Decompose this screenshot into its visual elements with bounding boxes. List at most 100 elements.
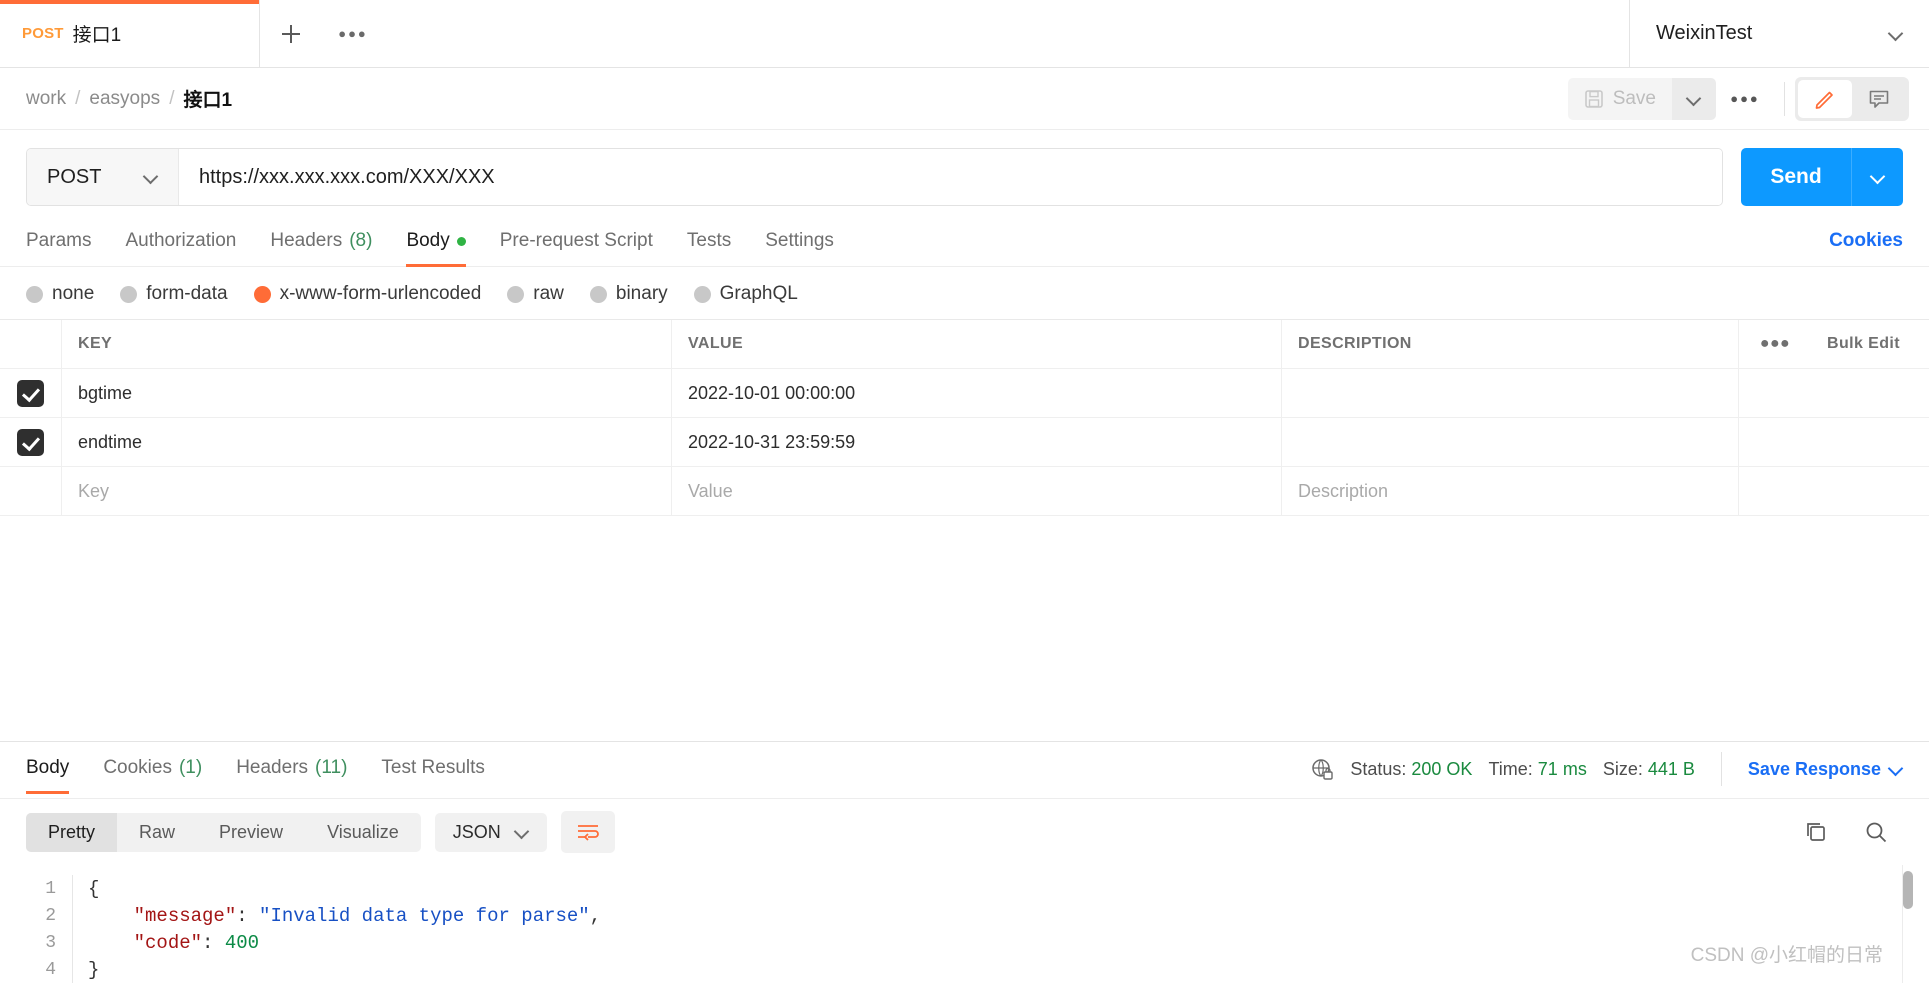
body-type-raw[interactable]: raw <box>507 283 564 305</box>
search-icon[interactable] <box>1863 819 1889 845</box>
tab-authorization[interactable]: Authorization <box>125 220 236 266</box>
response-tab-headers[interactable]: Headers (11) <box>236 747 347 793</box>
environment-name: WeixinTest <box>1656 22 1753 44</box>
new-row-value-input[interactable]: Value <box>672 467 1282 515</box>
view-mode-pretty[interactable]: Pretty <box>26 812 118 852</box>
save-button[interactable]: Save <box>1567 77 1672 120</box>
row-spacer <box>1739 467 1811 515</box>
response-tab-body[interactable]: Body <box>26 747 70 794</box>
new-tab-button[interactable] <box>260 0 322 67</box>
tab-body[interactable]: Body <box>406 220 467 267</box>
row-checkbox[interactable] <box>17 379 44 407</box>
response-tab-body-label: Body <box>26 757 70 778</box>
request-more-button[interactable]: ●●● <box>1716 78 1774 120</box>
tab-headers-label: Headers <box>270 230 343 251</box>
copy-icon[interactable] <box>1803 819 1829 845</box>
line-number: 3 <box>45 932 56 953</box>
time-label: Time: <box>1488 758 1533 779</box>
request-tab-interface1[interactable]: POST 接口1 <box>0 0 260 67</box>
comment-button[interactable] <box>1852 80 1906 118</box>
row-value[interactable]: 2022-10-31 23:59:59 <box>672 418 1282 466</box>
tab-pre-request-script[interactable]: Pre-request Script <box>500 220 653 266</box>
response-tab-cookies-label: Cookies <box>103 757 172 778</box>
response-format-select[interactable]: JSON <box>434 812 547 852</box>
row-description[interactable] <box>1282 418 1739 466</box>
response-body-code[interactable]: 1 { 2 "message" : "Invalid data type for… <box>0 865 1929 983</box>
chevron-down-icon <box>1871 170 1885 184</box>
wrap-lines-button[interactable] <box>560 811 615 853</box>
table-row: bgtime 2022-10-01 00:00:00 <box>0 369 1929 418</box>
row-key[interactable]: endtime <box>62 418 672 466</box>
new-row-description-input[interactable]: Description <box>1282 467 1739 515</box>
save-dropdown-button[interactable] <box>1672 77 1716 120</box>
radio-icon <box>507 285 525 303</box>
tab-tests[interactable]: Tests <box>687 220 731 266</box>
edit-mode-button[interactable] <box>1798 79 1852 118</box>
body-params-table: KEY VALUE DESCRIPTION ●●● Bulk Edit bgti… <box>0 319 1929 516</box>
save-response-button[interactable]: Save Response <box>1748 759 1903 780</box>
view-mode-visualize[interactable]: Visualize <box>305 813 421 852</box>
url-input-group: POST <box>26 148 1723 206</box>
http-method-select[interactable]: POST <box>27 149 179 205</box>
tab-authorization-label: Authorization <box>125 230 237 251</box>
new-row-key-input[interactable]: Key <box>62 467 672 515</box>
body-type-urlencoded[interactable]: x-www-form-urlencoded <box>253 283 482 305</box>
body-type-form-data[interactable]: form-data <box>120 283 228 305</box>
row-description[interactable] <box>1282 369 1739 417</box>
tab-settings[interactable]: Settings <box>765 220 834 266</box>
row-spacer <box>1739 418 1811 466</box>
send-options-button[interactable] <box>1851 148 1903 206</box>
floppy-disk-icon <box>1584 89 1603 108</box>
tab-settings-label: Settings <box>765 230 834 251</box>
chevron-down-icon <box>1889 27 1903 41</box>
row-checkbox[interactable] <box>17 428 44 456</box>
view-mode-raw[interactable]: Raw <box>117 813 197 852</box>
url-input[interactable] <box>179 149 1722 205</box>
tab-params-label: Params <box>26 230 92 251</box>
table-options-button[interactable]: ●●● <box>1739 320 1811 368</box>
tab-params[interactable]: Params <box>26 220 91 266</box>
divider <box>1720 752 1722 786</box>
tab-strip-more-button[interactable]: ●●● <box>322 0 384 67</box>
tab-strip-spacer <box>384 0 1629 68</box>
bulk-edit-button[interactable]: Bulk Edit <box>1811 320 1929 368</box>
tab-headers[interactable]: Headers (8) <box>270 220 372 266</box>
breadcrumb-separator: / <box>169 87 175 109</box>
row-key[interactable]: bgtime <box>62 369 672 417</box>
row-spacer-end <box>1811 369 1929 417</box>
breadcrumb-actions: Save ●●● <box>1567 76 1909 121</box>
body-type-urlencoded-label: x-www-form-urlencoded <box>279 283 482 304</box>
tab-pre-request-script-label: Pre-request Script <box>499 230 653 251</box>
response-tab-cookies[interactable]: Cookies (1) <box>103 747 202 793</box>
table-row: endtime 2022-10-31 23:59:59 <box>0 418 1929 467</box>
body-type-none-label: none <box>52 283 95 304</box>
cookies-link[interactable]: Cookies <box>1829 220 1903 266</box>
divider <box>1784 81 1785 116</box>
code-line: 3 "code" : 400 <box>0 929 1929 956</box>
body-type-binary[interactable]: binary <box>589 283 668 305</box>
breadcrumb-item-easyops[interactable]: easyops <box>89 88 160 110</box>
response-tab-test-results[interactable]: Test Results <box>381 747 484 793</box>
body-type-none[interactable]: none <box>26 283 94 305</box>
response-panel: Body Cookies (1) Headers (11) Test Resul… <box>0 741 1929 983</box>
response-tab-headers-count: (11) <box>315 757 348 778</box>
row-checkbox-cell <box>0 467 62 515</box>
status-text: Status: 200 OK <box>1350 759 1472 780</box>
scrollbar-thumb[interactable] <box>1903 871 1913 909</box>
response-scrollbar[interactable] <box>1903 871 1913 983</box>
environment-selector[interactable]: WeixinTest <box>1629 0 1929 67</box>
code-gutter <box>72 902 82 929</box>
plus-icon <box>282 24 300 43</box>
breadcrumb-item-work[interactable]: work <box>26 88 66 110</box>
breadcrumb-item-current: 接口1 <box>183 90 233 111</box>
view-mode-preview[interactable]: Preview <box>197 813 305 852</box>
radio-icon <box>589 285 607 303</box>
code-text: } <box>88 958 100 981</box>
body-type-graphql[interactable]: GraphQL <box>693 283 798 305</box>
code-number: 400 <box>224 931 260 954</box>
request-tab-title: 接口1 <box>72 25 122 46</box>
row-value[interactable]: 2022-10-01 00:00:00 <box>672 369 1282 417</box>
send-button[interactable]: Send <box>1741 148 1851 206</box>
status-value: 200 OK <box>1411 758 1473 779</box>
